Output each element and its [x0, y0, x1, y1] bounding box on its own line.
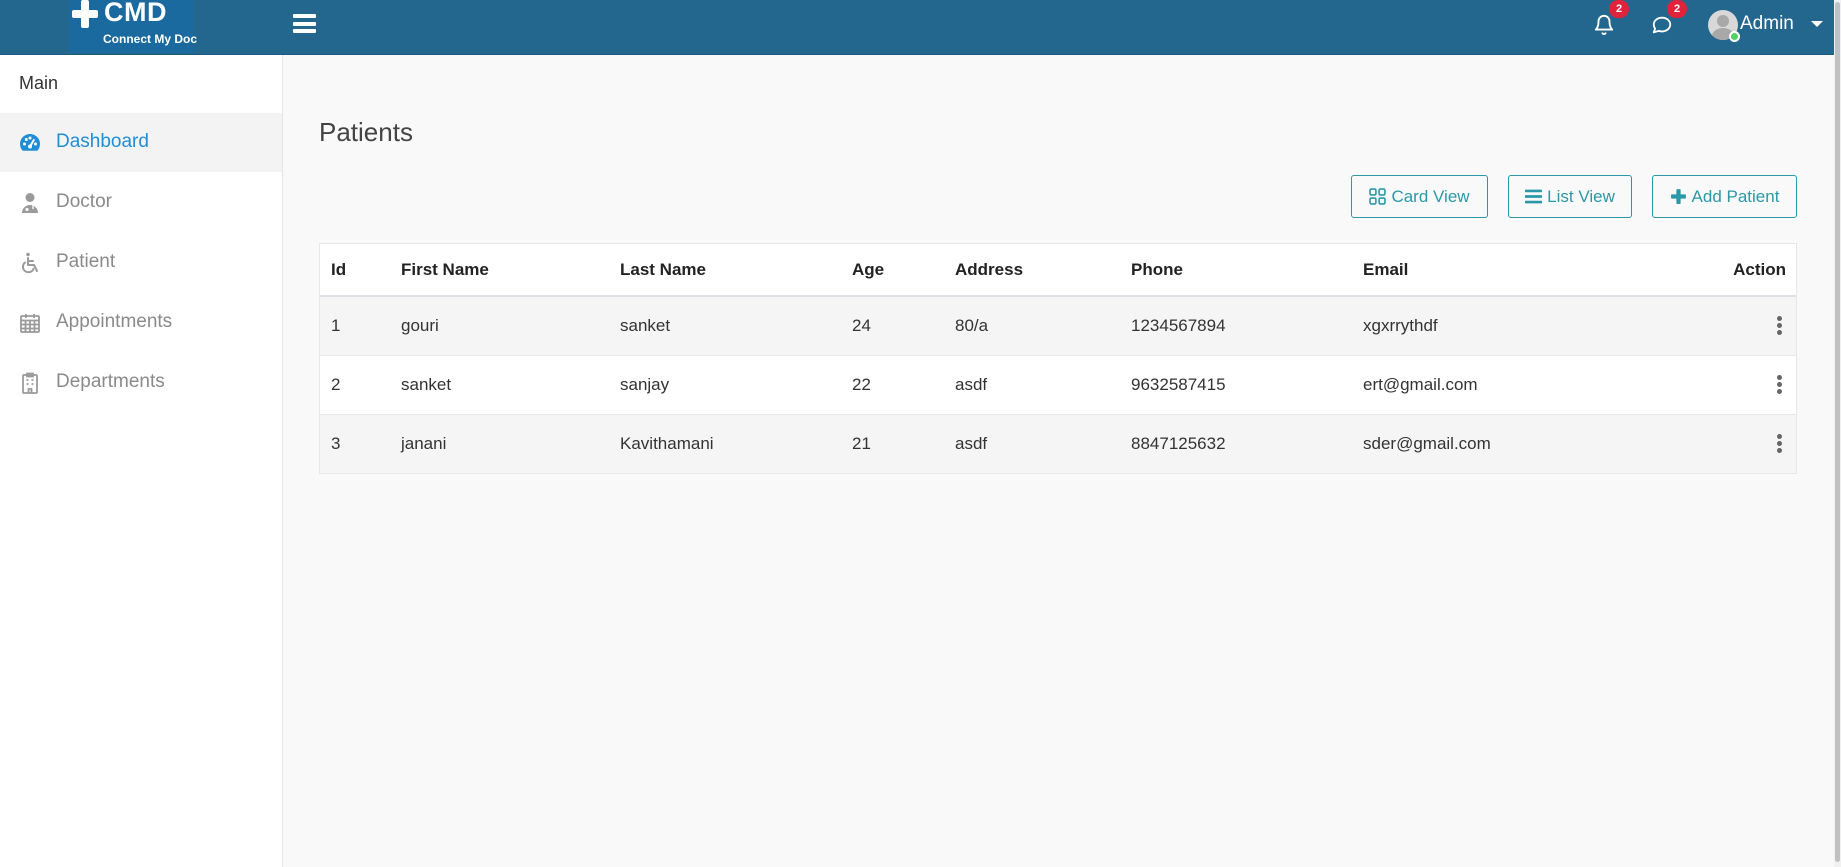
- table-row: 3 janani Kavithamani 21 asdf 8847125632 …: [320, 413, 1796, 473]
- brand-name: CMD: [104, 0, 167, 27]
- main-content: Patients Card View List View Add Patient: [283, 55, 1834, 867]
- doctor-icon: [22, 193, 38, 213]
- page-title: Patients: [319, 117, 413, 147]
- cell-age: 21: [841, 413, 944, 473]
- cell-phone: 8847125632: [1120, 413, 1352, 473]
- cell-phone: 1234567894: [1131, 315, 1226, 335]
- calendar-icon: [20, 314, 40, 333]
- sidebar-item-patient[interactable]: Patient: [0, 233, 282, 292]
- list-icon: [1525, 189, 1543, 204]
- cell-first-name: gouri: [401, 315, 439, 335]
- menu-toggle-icon[interactable]: [293, 14, 316, 33]
- grid-icon: [1369, 188, 1387, 205]
- cell-email: xgxrrythdf: [1363, 315, 1438, 335]
- chat-bubble-icon: [1652, 16, 1672, 34]
- more-options-icon[interactable]: [1772, 433, 1786, 455]
- cell-action: [1638, 413, 1796, 473]
- sidebar-item-label: Departments: [56, 371, 165, 392]
- brand-tagline: Connect My Doc: [103, 32, 198, 46]
- chevron-down-icon: [1811, 21, 1823, 27]
- cell-age: 22: [841, 354, 944, 414]
- page-scrollbar[interactable]: [1834, 0, 1841, 867]
- table-header-row: Id First Name Last Name Age Address Phon…: [320, 244, 1796, 297]
- sidebar-item-appointments[interactable]: Appointments: [0, 293, 282, 352]
- bell-icon: [1594, 15, 1614, 36]
- sidebar-item-doctor[interactable]: Doctor: [0, 173, 282, 232]
- medical-cross-icon: [72, 0, 98, 28]
- messages-button[interactable]: 2: [1651, 0, 1687, 40]
- messages-badge: 2: [1667, 0, 1687, 18]
- cell-age: 24: [852, 315, 871, 335]
- patients-table: Id First Name Last Name Age Address Phon…: [319, 243, 1797, 474]
- sidebar-item-label: Patient: [56, 251, 116, 272]
- card-view-label: Card View: [1391, 186, 1470, 206]
- cell-first-name: sanket: [390, 354, 609, 414]
- column-header-action: Action: [1638, 244, 1796, 297]
- online-status-dot: [1729, 31, 1740, 42]
- wheelchair-icon: [22, 252, 38, 274]
- cell-action: [1638, 296, 1796, 355]
- column-header-phone: Phone: [1120, 244, 1352, 297]
- cell-first-name: janani: [390, 413, 609, 473]
- add-patient-label: Add Patient: [1691, 186, 1780, 206]
- cell-last-name: sanket: [620, 315, 671, 335]
- column-header-address: Address: [944, 244, 1120, 297]
- card-view-button[interactable]: Card View: [1351, 175, 1488, 218]
- more-options-icon[interactable]: [1772, 374, 1786, 396]
- column-header-age: Age: [841, 244, 944, 297]
- cell-address: asdf: [944, 354, 1120, 414]
- more-options-icon[interactable]: [1772, 315, 1786, 337]
- cell-id: 2: [320, 354, 390, 414]
- sidebar-item-departments[interactable]: Departments: [0, 353, 282, 412]
- cell-email: sder@gmail.com: [1352, 413, 1638, 473]
- column-header-id: Id: [320, 244, 390, 297]
- cell-address: asdf: [944, 413, 1120, 473]
- list-view-button[interactable]: List View: [1508, 175, 1632, 218]
- dashboard-icon: [20, 134, 40, 151]
- scrollbar-thumb[interactable]: [1835, 2, 1840, 862]
- column-header-email: Email: [1352, 244, 1638, 297]
- cell-phone: 9632587415: [1120, 354, 1352, 414]
- list-view-label: List View: [1547, 186, 1615, 206]
- notifications-badge: 2: [1609, 0, 1629, 18]
- table-row: 2 sanket sanjay 22 asdf 9632587415 ert@g…: [320, 354, 1796, 414]
- cell-last-name: Kavithamani: [609, 413, 841, 473]
- column-header-last-name: Last Name: [609, 244, 841, 297]
- notifications-button[interactable]: 2: [1593, 0, 1629, 40]
- plus-icon: [1670, 189, 1686, 204]
- sidebar-item-label: Dashboard: [56, 131, 149, 152]
- sidebar-section-title: Main: [19, 73, 59, 93]
- add-patient-button[interactable]: Add Patient: [1652, 175, 1797, 218]
- cell-id: 3: [320, 413, 390, 473]
- hospital-icon: [22, 372, 38, 394]
- brand-logo[interactable]: CMD Connect My Doc: [69, 0, 198, 53]
- sidebar: Main Dashboard Doctor Patient Appointmen…: [0, 55, 283, 867]
- sidebar-item-label: Appointments: [56, 311, 173, 332]
- cell-email: ert@gmail.com: [1352, 354, 1638, 414]
- sidebar-item-label: Doctor: [56, 191, 112, 212]
- table-row: 1 gouri sanket 24 80/a 1234567894 xgxrry…: [320, 296, 1796, 355]
- top-navbar: CMD Connect My Doc 2 2 Admin: [0, 0, 1834, 55]
- sidebar-item-dashboard[interactable]: Dashboard: [0, 113, 282, 172]
- cell-action: [1638, 354, 1796, 414]
- cell-last-name: sanjay: [609, 354, 841, 414]
- column-header-first-name: First Name: [390, 244, 609, 297]
- user-name: Admin: [1740, 13, 1794, 34]
- cell-id: 1: [331, 315, 341, 335]
- cell-address: 80/a: [955, 315, 989, 335]
